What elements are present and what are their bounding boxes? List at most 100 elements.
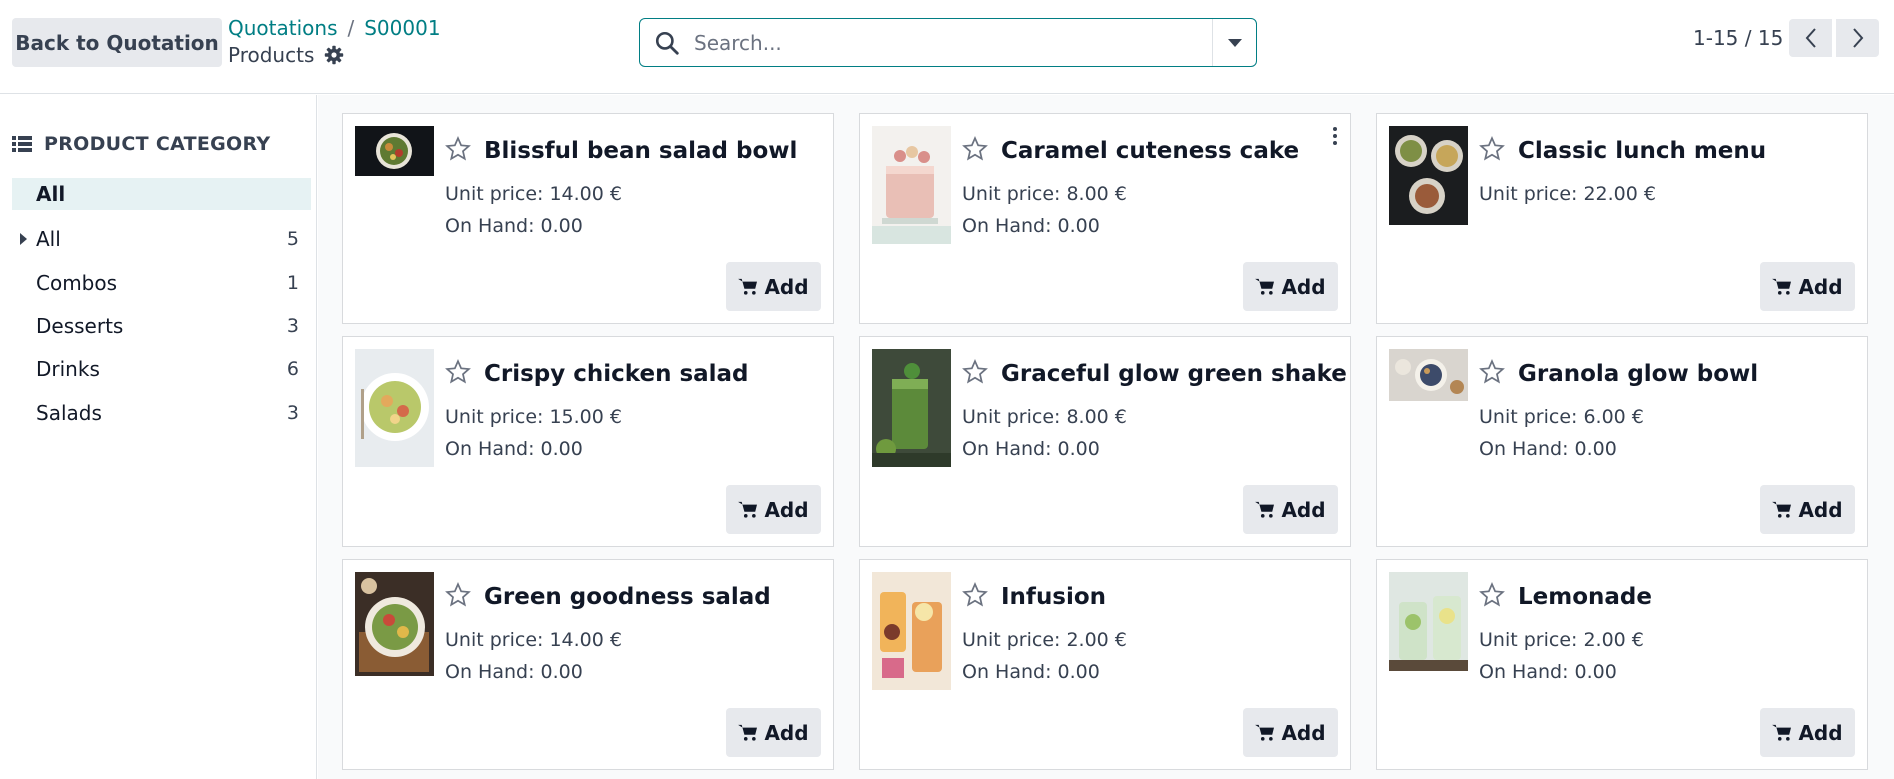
product-name: Caramel cuteness cake: [1001, 138, 1300, 164]
category-count: 5: [286, 228, 299, 250]
caret-right-icon[interactable]: [20, 233, 27, 245]
product-on-hand: On Hand: 0.00: [445, 438, 583, 460]
gear-icon[interactable]: [324, 45, 344, 65]
add-button[interactable]: Add: [726, 262, 821, 311]
add-label: Add: [1281, 274, 1326, 299]
product-card[interactable]: Graceful glow green shake Unit price: 8.…: [859, 336, 1351, 547]
caret-down-icon: [1227, 38, 1242, 47]
add-button[interactable]: Add: [726, 485, 821, 534]
add-button[interactable]: Add: [1243, 262, 1338, 311]
pager-next-button[interactable]: [1836, 19, 1879, 57]
product-image: [1389, 572, 1468, 671]
cart-icon: [738, 724, 758, 741]
breadcrumb-order-link[interactable]: S00001: [364, 16, 440, 40]
category-sidebar: PRODUCT CATEGORY All All 5 Combos 1 Dess…: [0, 95, 317, 779]
product-card[interactable]: Caramel cuteness cake Unit price: 8.00 €…: [859, 113, 1351, 324]
category-panel-header: PRODUCT CATEGORY: [12, 133, 270, 155]
search-input[interactable]: [680, 19, 1212, 66]
category-item-all-expandable[interactable]: All 5: [12, 223, 311, 255]
star-icon[interactable]: [1479, 136, 1505, 162]
cart-icon: [1255, 501, 1275, 518]
category-count: 1: [286, 272, 299, 294]
product-on-hand: On Hand: 0.00: [962, 661, 1100, 683]
category-item-all[interactable]: All: [12, 178, 311, 210]
back-to-quotation-button[interactable]: Back to Quotation: [12, 18, 222, 67]
breadcrumb: Quotations / S00001: [228, 16, 441, 40]
more-options-icon[interactable]: [1330, 126, 1340, 146]
star-icon[interactable]: [962, 359, 988, 385]
add-label: Add: [764, 274, 809, 299]
cart-icon: [1772, 501, 1792, 518]
product-card[interactable]: Lemonade Unit price: 2.00 € On Hand: 0.0…: [1376, 559, 1868, 770]
chevron-left-icon: [1805, 28, 1816, 48]
category-count: 3: [286, 315, 299, 337]
add-label: Add: [1281, 497, 1326, 522]
add-button[interactable]: Add: [1760, 262, 1855, 311]
add-button[interactable]: Add: [1243, 708, 1338, 757]
add-button[interactable]: Add: [1243, 485, 1338, 534]
product-name: Graceful glow green shake: [1001, 361, 1347, 387]
add-label: Add: [1798, 497, 1843, 522]
chevron-right-icon: [1852, 28, 1863, 48]
search-bar: [639, 18, 1257, 67]
product-card[interactable]: Granola glow bowl Unit price: 6.00 € On …: [1376, 336, 1868, 547]
product-unit-price: Unit price: 8.00 €: [962, 183, 1127, 205]
star-icon[interactable]: [962, 136, 988, 162]
category-item-salads[interactable]: Salads 3: [12, 397, 311, 429]
cart-icon: [738, 501, 758, 518]
product-name: Crispy chicken salad: [484, 361, 749, 387]
add-button[interactable]: Add: [726, 708, 821, 757]
pager-value[interactable]: 1-15 / 15: [1693, 26, 1783, 50]
category-label: Salads: [36, 401, 102, 425]
product-image: [355, 572, 434, 676]
star-icon[interactable]: [1479, 359, 1505, 385]
product-image: [355, 126, 434, 176]
product-image: [355, 349, 434, 467]
product-card[interactable]: Green goodness salad Unit price: 14.00 €…: [342, 559, 834, 770]
category-item-desserts[interactable]: Desserts 3: [12, 310, 311, 342]
add-label: Add: [1798, 720, 1843, 745]
product-unit-price: Unit price: 22.00 €: [1479, 183, 1656, 205]
category-label: All: [36, 227, 61, 251]
product-name: Infusion: [1001, 584, 1107, 610]
product-unit-price: Unit price: 2.00 €: [962, 629, 1127, 651]
search-options-toggle[interactable]: [1212, 19, 1256, 66]
add-button[interactable]: Add: [1760, 708, 1855, 757]
category-count: 3: [286, 402, 299, 424]
category-label: All: [36, 182, 66, 206]
star-icon[interactable]: [1479, 582, 1505, 608]
product-image: [872, 126, 951, 244]
add-label: Add: [1281, 720, 1326, 745]
product-card[interactable]: Infusion Unit price: 2.00 € On Hand: 0.0…: [859, 559, 1351, 770]
category-label: Drinks: [36, 357, 100, 381]
product-image: [872, 572, 951, 690]
cart-icon: [1772, 724, 1792, 741]
product-on-hand: On Hand: 0.00: [445, 661, 583, 683]
page-title: Products: [228, 43, 315, 67]
category-item-combos[interactable]: Combos 1: [12, 267, 311, 299]
star-icon[interactable]: [445, 359, 471, 385]
add-button[interactable]: Add: [1760, 485, 1855, 534]
star-icon[interactable]: [962, 582, 988, 608]
product-card[interactable]: Blissful bean salad bowl Unit price: 14.…: [342, 113, 834, 324]
product-card[interactable]: Crispy chicken salad Unit price: 15.00 €…: [342, 336, 834, 547]
page-title-row: Products: [228, 43, 344, 67]
product-unit-price: Unit price: 8.00 €: [962, 406, 1127, 428]
cart-icon: [738, 278, 758, 295]
product-unit-price: Unit price: 6.00 €: [1479, 406, 1644, 428]
star-icon[interactable]: [445, 582, 471, 608]
add-label: Add: [764, 720, 809, 745]
control-panel: Back to Quotation Quotations / S00001 Pr…: [0, 0, 1894, 94]
product-card[interactable]: Classic lunch menu Unit price: 22.00 € A…: [1376, 113, 1868, 324]
product-on-hand: On Hand: 0.00: [1479, 438, 1617, 460]
category-item-drinks[interactable]: Drinks 6: [12, 353, 311, 385]
product-image: [1389, 349, 1468, 401]
product-name: Classic lunch menu: [1518, 138, 1767, 164]
breadcrumb-separator: /: [347, 16, 355, 40]
pager-previous-button[interactable]: [1789, 19, 1832, 57]
product-unit-price: Unit price: 15.00 €: [445, 406, 622, 428]
product-kanban: Blissful bean salad bowl Unit price: 14.…: [318, 95, 1894, 779]
category-label: Combos: [36, 271, 118, 295]
breadcrumb-quotations-link[interactable]: Quotations: [228, 16, 337, 40]
star-icon[interactable]: [445, 136, 471, 162]
